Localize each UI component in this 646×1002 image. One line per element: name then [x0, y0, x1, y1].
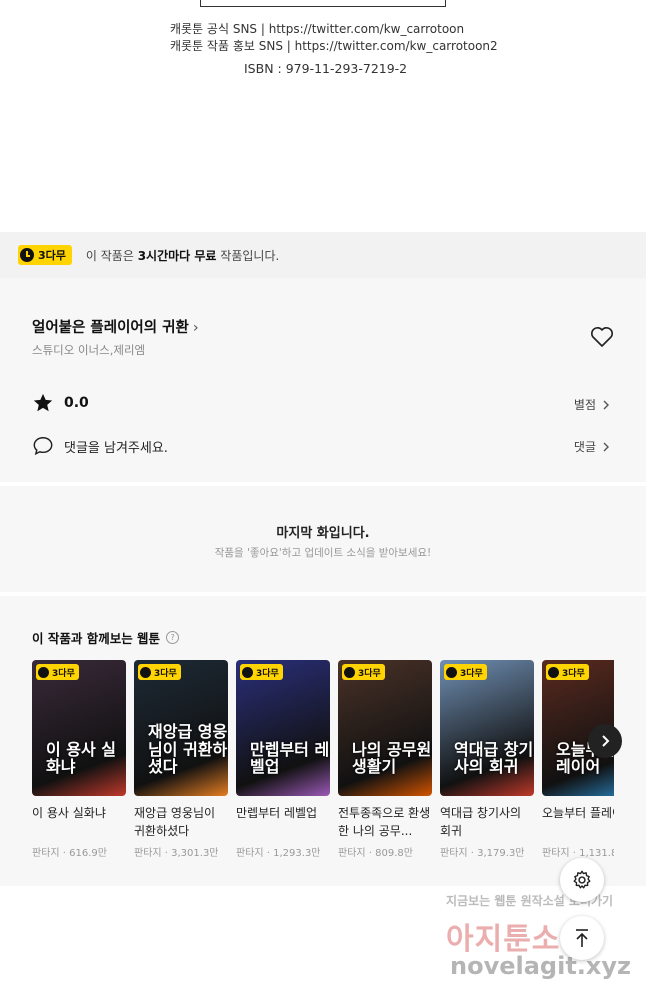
like-button[interactable]	[590, 326, 614, 352]
heart-icon	[591, 327, 613, 347]
comment-input[interactable]: 댓글을 남겨주세요.	[64, 437, 168, 456]
wait-free-badge: 3다무	[138, 664, 181, 680]
card-title: 만렙부터 레벨업	[236, 806, 318, 820]
clock-icon	[20, 248, 34, 262]
rate-label: 별점	[573, 398, 596, 412]
cover-title-art: 만렙부터 레벨업	[250, 739, 330, 777]
cover-image: 3다무나의 공무원 생활기	[338, 660, 432, 796]
settings-button[interactable]	[560, 858, 604, 902]
card-meta: 판타지 · 1,131.8만	[542, 848, 614, 859]
star-icon	[33, 393, 53, 412]
last-episode-title: 마지막 화입니다.	[276, 526, 370, 541]
clock-icon	[548, 666, 559, 678]
watermark-url: novelagit.xyz	[450, 952, 632, 980]
cover-title-art: 이 용사 실화냐	[46, 739, 117, 777]
comment-row[interactable]: 댓글을 남겨주세요.	[32, 435, 168, 457]
recommendation-carousel: 3다무 이 용사 실화냐 이 용사 실화냐 판타지 · 616.9만 3다무 재앙급 영웅…	[32, 660, 614, 880]
scroll-top-button[interactable]	[560, 916, 604, 960]
wait-free-badge: 3다무	[240, 664, 283, 680]
speech-bubble-icon	[33, 437, 53, 456]
wait-free-badge: 3다무	[18, 245, 72, 265]
rating-row: 0.0	[32, 392, 89, 414]
badge-label: 3다무	[358, 668, 381, 679]
comments-label: 댓글	[573, 440, 596, 454]
cover-image: 3다무재앙급 영웅님이 귀환하셨다	[134, 660, 228, 796]
free-timer-bar: 3다무 이 작품은 3시간마다 무료 작품입니다.	[0, 232, 646, 278]
recommendation-card[interactable]: 3다무오늘부터 플레이어오늘부터 플레이어판타지 · 1,131.8만	[542, 660, 614, 859]
recommendations-section: 이 작품과 함께보는 웹툰 ? 3다무 이 용사 실화냐 이 용사 실화냐 판타지 ·…	[0, 596, 646, 886]
clock-icon	[140, 666, 151, 678]
badge-label: 3다무	[52, 668, 75, 679]
card-meta: 판타지 · 616.9만	[32, 848, 107, 859]
recommendations-title: 이 작품과 함께보는 웹툰	[32, 631, 161, 646]
card-title: 오늘부터 플레이어	[542, 806, 614, 820]
last-episode-panel: 마지막 화입니다. 작품을 '좋아요'하고 업데이트 소식을 받아보세요!	[0, 486, 646, 592]
recommendations-heading: 이 작품과 함께보는 웹툰 ?	[32, 628, 180, 647]
isbn-text: ISBN : 979-11-293-7219-2	[244, 61, 408, 76]
timer-text-suffix: 작품입니다.	[216, 248, 280, 263]
work-title: 얼어붙은 플레이어의 귀환	[32, 320, 189, 336]
wait-free-badge: 3다무	[444, 664, 487, 680]
cover-image: 3다무역대급 창기사의 회귀	[440, 660, 534, 796]
chevron-right-icon	[602, 735, 610, 747]
credits-section: 캐롯툰 공식 SNS | https://twitter.com/kw_carr…	[0, 0, 646, 232]
cover-title-art: 나의 공무원 생활기	[352, 739, 432, 777]
clock-icon	[38, 666, 49, 678]
credits-box	[200, 0, 446, 7]
clock-icon	[344, 666, 355, 678]
last-episode-subtitle: 작품을 '좋아요'하고 업데이트 소식을 받아보세요!	[214, 547, 432, 559]
cover-title-art: 재앙급 영웅님이 귀환하셨다	[148, 722, 228, 777]
cover-image: 3다무만렙부터 레벨업	[236, 660, 330, 796]
help-icon[interactable]: ?	[166, 631, 180, 644]
rate-button[interactable]: 별점	[574, 396, 612, 413]
card-title: 역대급 창기사의 회귀	[440, 806, 522, 838]
recommendation-card[interactable]: 3다무 재앙급 영웅님이 귀환하셨다 재앙급 영웅님이 귀환하셨다 판타지 · 3,3…	[134, 660, 228, 859]
work-info-panel: 얼어붙은 플레이어의 귀환 › 스튜디오 이너스,제리엠 0.0 별점 댓글을 남…	[0, 278, 646, 482]
badge-label: 3다무	[154, 668, 177, 679]
chevron-right-icon	[603, 442, 609, 451]
sns-official-line: 캐롯툰 공식 SNS | https://twitter.com/kw_carr…	[170, 22, 465, 36]
wait-free-badge: 3다무	[546, 664, 589, 680]
card-meta: 판타지 · 3,301.3만	[134, 848, 219, 859]
clock-icon	[446, 666, 457, 678]
gear-icon	[573, 870, 591, 889]
timer-text: 이 작품은 3시간마다 무료 작품입니다.	[86, 247, 279, 264]
work-title-link[interactable]: 얼어붙은 플레이어의 귀환 ›	[32, 316, 199, 337]
recommendation-card[interactable]: 3다무 이 용사 실화냐 이 용사 실화냐 판타지 · 616.9만	[32, 660, 126, 859]
chevron-right-icon	[603, 400, 609, 409]
cover-image: 3다무이 용사 실화냐	[32, 660, 126, 796]
comments-button[interactable]: 댓글	[574, 438, 612, 455]
rating-value: 0.0	[64, 395, 89, 411]
card-title: 재앙급 영웅님이 귀환하셨다	[134, 806, 216, 838]
sns-promo-line: 캐롯툰 작품 홍보 SNS | https://twitter.com/kw_c…	[170, 39, 498, 53]
recommendation-card[interactable]: 3다무 역대급 창기사의 회귀 역대급 창기사의 회귀 판타지 · 3,179.3만	[440, 660, 534, 859]
arrow-up-icon	[576, 929, 588, 947]
cover-title-art: 역대급 창기사의 회귀	[454, 739, 534, 777]
timer-text-bold: 3시간마다 무료	[137, 248, 217, 263]
carousel-next-button[interactable]	[588, 724, 622, 758]
chevron-right-icon: ›	[192, 320, 199, 336]
clock-icon	[242, 666, 253, 678]
timer-text-prefix: 이 작품은	[85, 248, 138, 263]
card-meta: 판타지 · 3,179.3만	[440, 848, 525, 859]
card-title: 전투종족으로 환생한 나의 공무...	[338, 806, 431, 838]
card-meta: 판타지 · 809.8만	[338, 848, 413, 859]
recommendation-card[interactable]: 3다무 만렙부터 레벨업 만렙부터 레벨업 판타지 · 1,293.3만	[236, 660, 330, 859]
badge-label: 3다무	[38, 249, 66, 262]
badge-label: 3다무	[256, 668, 279, 679]
badge-label: 3다무	[460, 668, 483, 679]
badge-label: 3다무	[562, 668, 585, 679]
recommendation-card[interactable]: 3다무나의 공무원 생활기전투종족으로 환생한 나의 공무... 판타지 · 80…	[338, 660, 432, 859]
wait-free-badge: 3다무	[342, 664, 385, 680]
card-meta: 판타지 · 1,293.3만	[236, 848, 321, 859]
work-authors: 스튜디오 이너스,제리엠	[32, 343, 146, 357]
wait-free-badge: 3다무	[36, 664, 79, 680]
card-title: 이 용사 실화냐	[32, 806, 106, 820]
